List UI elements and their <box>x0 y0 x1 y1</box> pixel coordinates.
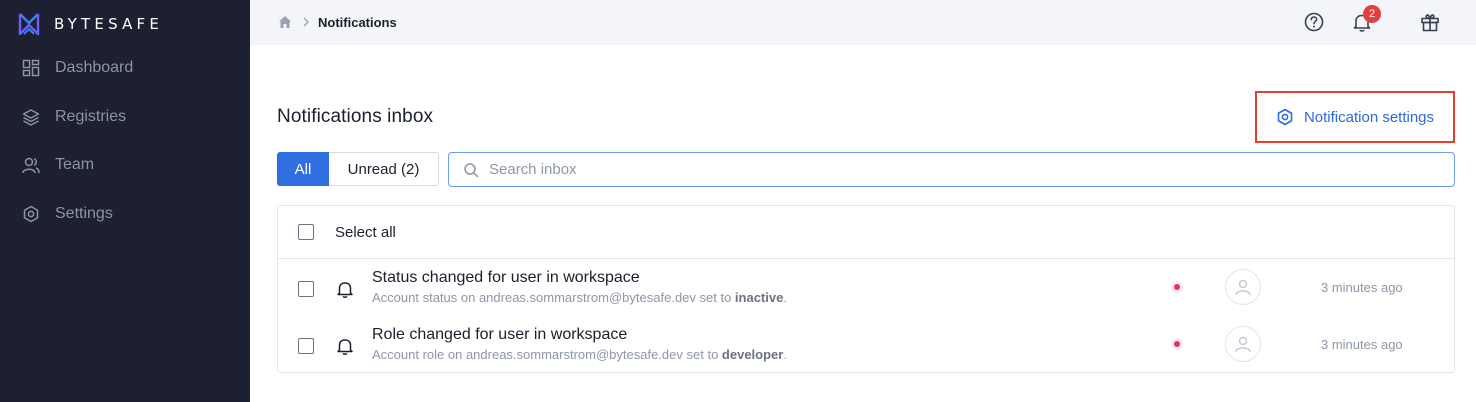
bytesafe-logo-icon <box>18 11 40 37</box>
gear-icon <box>1276 108 1294 126</box>
bell-icon <box>335 336 355 356</box>
notification-role-value: developer <box>721 347 784 362</box>
tab-all[interactable]: All <box>277 152 329 186</box>
brand-name: BYTESAFE <box>54 15 164 33</box>
sidebar-item-label: Team <box>55 156 95 173</box>
select-all-checkbox[interactable] <box>298 224 314 240</box>
notification-row[interactable]: Role changed for user in workspace Accou… <box>278 317 1454 374</box>
help-icon[interactable] <box>1303 11 1325 33</box>
notification-count-badge: 2 <box>1363 5 1381 23</box>
notification-time: 3 minutes ago <box>1321 337 1403 352</box>
layers-icon <box>22 108 40 126</box>
dashboard-icon <box>22 59 40 77</box>
tab-unread[interactable]: Unread (2) <box>329 152 439 186</box>
notification-title: Status changed for user in workspace <box>372 269 640 286</box>
home-icon[interactable] <box>278 15 292 29</box>
user-icon <box>1235 336 1251 353</box>
notification-checkbox[interactable] <box>298 338 314 354</box>
user-icon <box>1235 279 1251 296</box>
notification-status-value: inactive <box>734 290 784 305</box>
avatar <box>1225 269 1261 305</box>
notification-time: 3 minutes ago <box>1321 280 1403 295</box>
unread-indicator <box>1171 338 1183 350</box>
notification-row[interactable]: Status changed for user in workspace Acc… <box>278 260 1454 317</box>
breadcrumb-current: Notifications <box>318 14 397 30</box>
team-icon <box>22 156 40 174</box>
gift-icon[interactable] <box>1419 11 1441 33</box>
notification-description: Account status on andreas.sommarstrom@by… <box>372 290 787 305</box>
search-icon <box>463 162 479 178</box>
breadcrumb: Notifications <box>278 13 397 31</box>
notification-checkbox[interactable] <box>298 281 314 297</box>
sidebar-item-settings[interactable]: Settings <box>22 200 113 228</box>
bell-icon <box>335 279 355 299</box>
notification-title: Role changed for user in workspace <box>372 326 628 343</box>
sidebar-item-team[interactable]: Team <box>22 151 94 179</box>
search-input[interactable] <box>489 161 1389 178</box>
sidebar: BYTESAFE Dashboard Registries Team Setti… <box>0 0 250 402</box>
gear-icon <box>22 205 40 223</box>
sidebar-item-label: Registries <box>55 108 127 125</box>
page-title: Notifications inbox <box>277 106 434 127</box>
sidebar-item-registries[interactable]: Registries <box>22 103 126 131</box>
avatar <box>1225 326 1261 362</box>
sidebar-item-label: Dashboard <box>55 59 134 76</box>
select-all-label: Select all <box>335 224 396 241</box>
select-all-row: Select all <box>278 206 1454 259</box>
search-box <box>448 152 1455 187</box>
notification-settings-label: Notification settings <box>1303 108 1435 126</box>
brand[interactable]: BYTESAFE <box>18 10 163 38</box>
sidebar-item-label: Settings <box>55 205 113 222</box>
notification-settings-button[interactable]: Notification settings <box>1255 91 1455 143</box>
sidebar-item-dashboard[interactable]: Dashboard <box>22 54 133 82</box>
notification-description: Account role on andreas.sommarstrom@byte… <box>372 347 787 362</box>
notification-list: Select all Status changed for user in wo… <box>277 205 1455 373</box>
chevron-right-icon <box>302 17 310 27</box>
unread-indicator <box>1171 281 1183 293</box>
topbar <box>250 0 1476 45</box>
